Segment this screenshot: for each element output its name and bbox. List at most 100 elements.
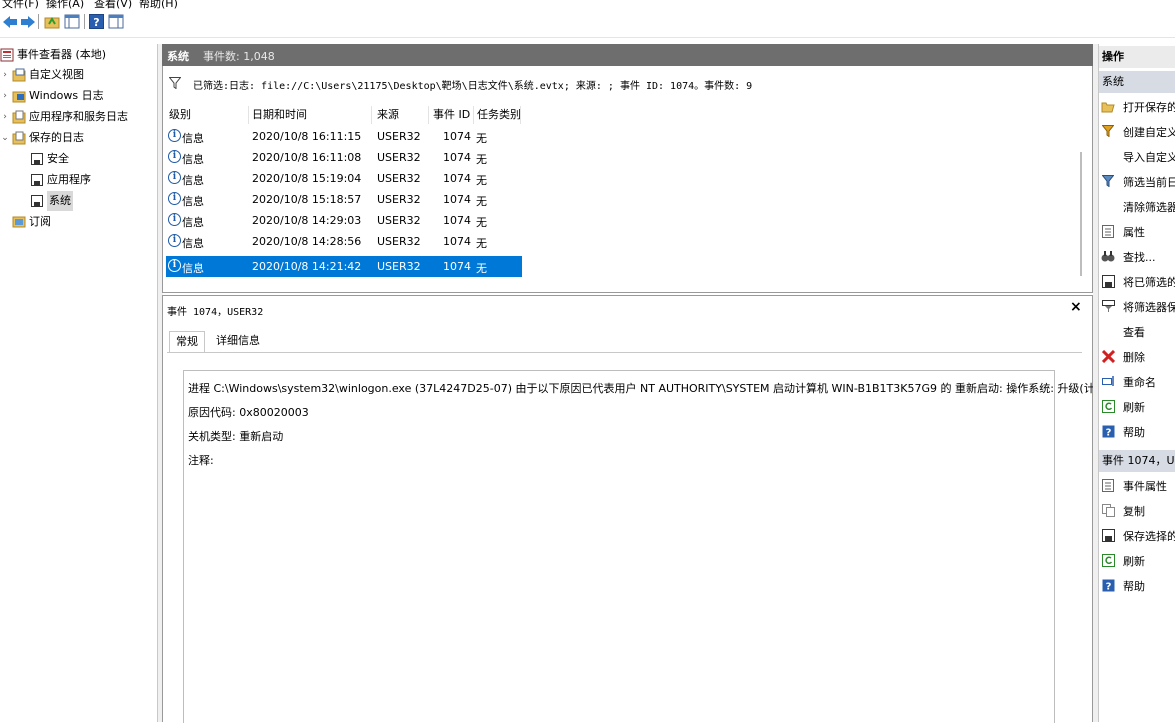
menu-action[interactable]: 操作(A) — [46, 0, 84, 9]
help-icon: ? — [1101, 424, 1115, 438]
tab-general[interactable]: 常规 — [169, 331, 205, 353]
cell-event-id: 1074 — [443, 130, 471, 143]
action-properties[interactable]: 属性 — [1099, 219, 1175, 244]
show-hide-tree-icon[interactable] — [63, 13, 80, 30]
tree-label-root: 事件查看器 (本地) — [17, 48, 107, 61]
action-label: 刷新 — [1123, 555, 1145, 568]
back-arrow-icon[interactable] — [1, 13, 18, 30]
detail-pane: 常规 详细信息 进程 C:\Windows\system32\winlogon.… — [162, 321, 1121, 723]
column-header-level[interactable]: 级别 — [169, 106, 191, 122]
tree-item-subscriptions[interactable]: 订阅 — [12, 212, 51, 232]
toolbar: ? — [0, 9, 1175, 38]
event-description: 进程 C:\Windows\system32\winlogon.exe (37L… — [183, 370, 1121, 723]
up-folder-icon[interactable] — [43, 13, 60, 30]
cell-source: USER32 — [377, 193, 421, 206]
tree-item-saved-security[interactable]: 安全 — [30, 149, 69, 169]
app-service-logs-folder-icon — [12, 110, 26, 124]
chevron-right-icon[interactable]: › — [0, 65, 10, 85]
subscriptions-icon — [12, 215, 26, 229]
menu-view[interactable]: 查看(V) — [94, 0, 132, 9]
action-import-custom-view[interactable]: 导入自定义视 — [1099, 144, 1175, 169]
toolbar-separator — [38, 14, 39, 29]
action-refresh[interactable]: 刷新 — [1099, 394, 1175, 419]
column-separator[interactable] — [428, 106, 429, 124]
action-label: 筛选当前日志 — [1123, 176, 1175, 189]
menu-bar: 文件(F) 操作(A) 查看(V) 帮助(H) — [0, 0, 1175, 9]
action-save-filter[interactable]: 将筛选器保存 — [1099, 294, 1175, 319]
actions-section-event[interactable]: 事件 1074，USER32 — [1099, 450, 1175, 472]
menu-help[interactable]: 帮助(H) — [139, 0, 178, 9]
column-separator[interactable] — [473, 106, 474, 124]
event-list-scrollbar[interactable] — [1080, 152, 1082, 276]
cell-event-id: 1074 — [443, 235, 471, 248]
column-header-task-category[interactable]: 任务类别 — [477, 106, 521, 122]
tab-details[interactable]: 详细信息 — [210, 331, 266, 351]
action-copy[interactable]: 复制 — [1099, 498, 1175, 523]
chevron-right-icon[interactable]: › — [0, 107, 10, 127]
tree-item-custom-views[interactable]: › 自定义视图 — [0, 65, 84, 85]
menu-file[interactable]: 文件(F) — [2, 0, 39, 9]
event-row[interactable]: i 信息 2020/10/8 16:11:15 USER32 1074 无 — [166, 126, 522, 147]
column-separator[interactable] — [248, 106, 249, 124]
action-label: 打开保存的日 — [1123, 101, 1175, 114]
action-help-event[interactable]: ? 帮助 — [1099, 573, 1175, 598]
event-row[interactable]: i 信息 2020/10/8 16:11:08 USER32 1074 无 — [166, 147, 522, 168]
save-filter-icon — [1101, 299, 1115, 313]
event-row[interactable]: i 信息 2020/10/8 14:28:56 USER32 1074 无 — [166, 231, 522, 252]
copy-icon — [1101, 503, 1115, 517]
column-header-source[interactable]: 来源 — [377, 106, 399, 122]
help-icon: ? — [1101, 578, 1115, 592]
action-create-custom-view[interactable]: 创建自定义视 — [1099, 119, 1175, 144]
cell-level: 信息 — [182, 262, 204, 275]
event-row[interactable]: i 信息 2020/10/8 15:18:57 USER32 1074 无 — [166, 189, 522, 210]
forward-arrow-icon[interactable] — [19, 13, 36, 30]
action-label: 清除筛选器 — [1123, 201, 1175, 214]
column-header-event-id[interactable]: 事件 ID — [433, 106, 470, 122]
action-label: 帮助 — [1123, 426, 1145, 439]
column-header-datetime[interactable]: 日期和时间 — [252, 106, 307, 122]
actions-section-system[interactable]: 系统 — [1099, 71, 1175, 93]
tree-item-app-service-logs[interactable]: › 应用程序和服务日志 — [0, 107, 128, 127]
tree-label-app-service-logs: 应用程序和服务日志 — [29, 110, 128, 123]
info-icon: i — [168, 234, 181, 247]
cell-source: USER32 — [377, 260, 421, 273]
action-label: 导入自定义视 — [1123, 151, 1175, 164]
action-save-filtered-log[interactable]: 将已筛选的日 — [1099, 269, 1175, 294]
description-line: 关机类型: 重新启动 — [188, 430, 284, 443]
tree-item-saved-logs[interactable]: ⌄ 保存的日志 — [0, 128, 84, 148]
tree-label-custom-views: 自定义视图 — [29, 68, 84, 81]
chevron-down-icon[interactable]: ⌄ — [0, 128, 10, 148]
info-icon: i — [168, 259, 181, 272]
action-clear-filter[interactable]: 清除筛选器 — [1099, 194, 1175, 219]
actions-header: 操作 — [1099, 46, 1175, 68]
cell-source: USER32 — [377, 172, 421, 185]
tree-item-saved-application[interactable]: 应用程序 — [30, 170, 91, 190]
tree-item-saved-system[interactable]: 系统 — [30, 191, 73, 211]
action-rename[interactable]: 重命名 — [1099, 369, 1175, 394]
chevron-right-icon[interactable]: › — [0, 86, 10, 106]
detail-title: 事件 1074，USER32 — [167, 307, 264, 318]
filter-icon — [1101, 174, 1115, 188]
column-separator[interactable] — [520, 106, 521, 124]
action-view[interactable]: 查看 — [1099, 319, 1175, 344]
action-save-selected-events[interactable]: 保存选择的事 — [1099, 523, 1175, 548]
show-hide-action-pane-icon[interactable] — [107, 13, 124, 30]
help-icon[interactable]: ? — [88, 13, 105, 30]
close-icon[interactable]: × — [1070, 299, 1082, 315]
action-find[interactable]: 查找... — [1099, 244, 1175, 269]
action-open-saved-log[interactable]: 打开保存的日 — [1099, 94, 1175, 119]
tree-item-windows-logs[interactable]: › Windows 日志 — [0, 86, 104, 106]
action-help[interactable]: ? 帮助 — [1099, 419, 1175, 444]
tree-item-root[interactable]: 事件查看器 (本地) — [0, 45, 106, 65]
action-filter-current-log[interactable]: 筛选当前日志 — [1099, 169, 1175, 194]
action-refresh-event[interactable]: 刷新 — [1099, 548, 1175, 573]
cell-task-category: 无 — [476, 216, 487, 229]
filter-bar: 已筛选:日志: file://C:\Users\21175\Desktop\靶场… — [162, 66, 1093, 105]
event-row[interactable]: i 信息 2020/10/8 14:29:03 USER32 1074 无 — [166, 210, 522, 231]
event-row[interactable]: i 信息 2020/10/8 15:19:04 USER32 1074 无 — [166, 168, 522, 189]
action-event-properties[interactable]: 事件属性 — [1099, 473, 1175, 498]
action-delete[interactable]: 删除 — [1099, 344, 1175, 369]
cell-source: USER32 — [377, 235, 421, 248]
column-separator[interactable] — [371, 106, 372, 124]
event-row-selected[interactable]: i 信息 2020/10/8 14:21:42 USER32 1074 无 — [166, 256, 522, 277]
